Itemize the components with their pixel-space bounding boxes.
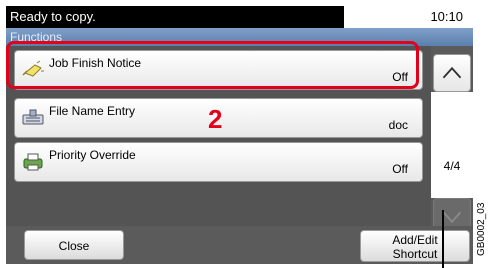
row-value: doc [388, 118, 408, 132]
row-priority-override[interactable]: Priority Override Off [14, 142, 423, 182]
add-edit-shortcut-button[interactable]: Add/Edit Shortcut [360, 230, 470, 262]
status-bar: Ready to copy. 10:10 [6, 6, 473, 28]
page-indicator: 4/4 [431, 134, 473, 198]
highlight-frame [6, 41, 419, 89]
status-message: Ready to copy. [6, 6, 344, 28]
status-time: 10:10 [352, 6, 473, 28]
keyboard-icon [22, 109, 44, 125]
row-label: Priority Override [49, 148, 136, 162]
chevron-up-icon [442, 66, 462, 79]
printer-icon [23, 153, 43, 171]
row-label: File Name Entry [49, 104, 136, 118]
callout-number: 2 [208, 104, 223, 134]
figure-code: GB0002_03 [476, 196, 490, 256]
figure-code-label: GB0002_03 [476, 202, 487, 256]
scroll-track [431, 92, 473, 134]
pointer-line [442, 210, 444, 268]
close-button[interactable]: Close [24, 230, 124, 260]
add-edit-label: Add/Edit [392, 233, 438, 247]
status-divider [344, 6, 352, 28]
scroll-up-button[interactable] [433, 54, 471, 92]
row-value: Off [392, 162, 408, 176]
bottom-toolbar: Close Add/Edit Shortcut [6, 226, 473, 264]
scroll-panel: 4/4 [431, 46, 473, 236]
shortcut-label: Shortcut [392, 247, 438, 261]
